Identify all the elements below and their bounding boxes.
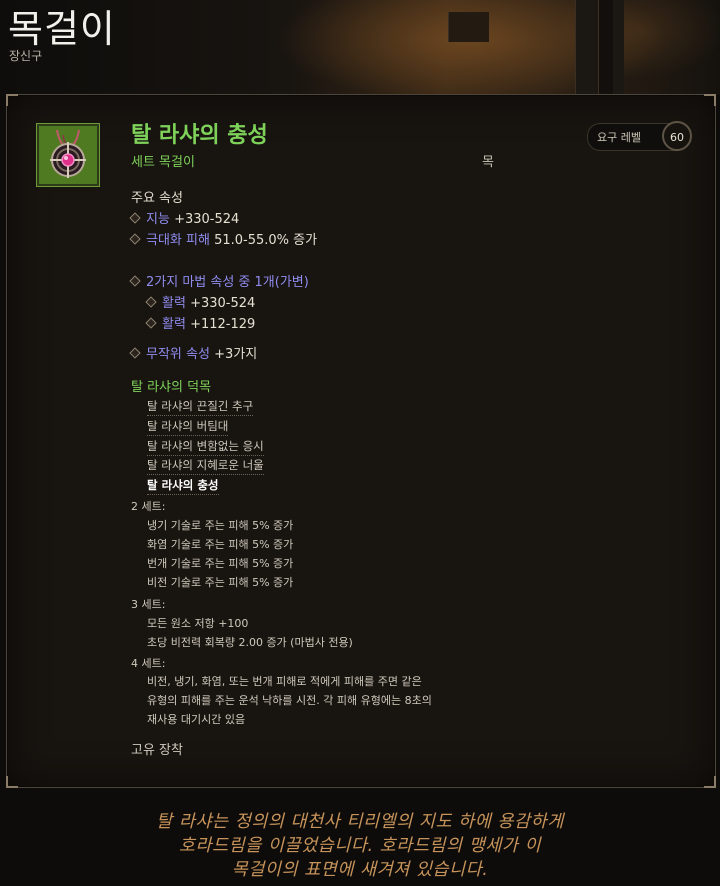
bullet-diamond-icon: [145, 296, 157, 308]
set-bonus-line: 유형의 피해를 주는 운석 낙하를 시전. 각 피해 유형에는 8초의: [147, 694, 432, 707]
stat-name: 활력: [162, 296, 186, 311]
set-piece-link[interactable]: 탈 라샤의 지혜로운 너울: [147, 457, 264, 475]
set-bonus-line: 비전 기술로 주는 피해 5% 증가: [147, 576, 294, 589]
bullet-diamond-icon: [145, 317, 157, 329]
random-affix-line: 무작위 속성 +3가지: [129, 343, 258, 362]
set-piece-link[interactable]: 탈 라샤의 버팀대: [147, 418, 229, 436]
stat-name: 무작위 속성: [146, 347, 210, 362]
amulet-icon: [37, 124, 99, 186]
item-type: 세트 목걸이: [131, 155, 195, 170]
magic-affix-line: 2가지 마법 속성 중 1개(가변): [129, 271, 309, 290]
stat-name: 극대화 피해: [146, 233, 210, 248]
stat-line: 지능 +330-524: [129, 208, 240, 227]
magic-option: 활력 +112-129: [145, 313, 256, 332]
set-bonus-line: 비전, 냉기, 화염, 또는 번개 피해로 적에게 피해를 주면 같은: [147, 675, 422, 688]
set-name: 탈 라샤의 덕목: [131, 380, 212, 395]
item-name: 탈 라샤의 충성: [131, 123, 268, 148]
magic-affix-text: 2가지 마법 속성 중 1개(가변): [146, 275, 309, 290]
set-bonus-line: 번개 기술로 주는 피해 5% 증가: [147, 557, 294, 570]
bullet-diamond-icon: [129, 347, 141, 359]
set-bonus-line: 냉기 기술로 주는 피해 5% 증가: [147, 519, 294, 532]
bullet-diamond-icon: [129, 233, 141, 245]
magic-option: 활력 +330-524: [145, 292, 256, 311]
set-piece-current[interactable]: 탈 라샤의 충성: [147, 477, 219, 495]
unique-equipped-label: 고유 장착: [131, 743, 183, 758]
stat-value: +330-524: [190, 296, 256, 311]
flavor-text-line: 호라드림을 이끌었습니다. 호라드림의 맹세가 이: [178, 836, 542, 856]
set-bonus-label: 3 세트:: [131, 598, 166, 611]
page-title: 목걸이: [8, 7, 116, 51]
panel-corner: [704, 776, 716, 788]
bullet-diamond-icon: [129, 275, 141, 287]
background-spire: [598, 0, 613, 95]
primary-heading: 주요 속성: [131, 191, 183, 206]
page-subtitle: 장신구: [9, 49, 43, 63]
set-bonus-line: 초당 비전력 회복량 2.00 증가 (마법사 전용): [147, 636, 353, 649]
set-piece-link[interactable]: 탈 라샤의 변함없는 응시: [147, 438, 264, 456]
set-bonus-line: 재사용 대기시간 있음: [147, 713, 246, 726]
set-bonus-line: 화염 기술로 주는 피해 5% 증가: [147, 538, 294, 551]
flavor-text-line: 목걸이의 표면에 새겨져 있습니다.: [231, 860, 489, 880]
panel-corner: [6, 776, 18, 788]
required-level-badge: 요구 레벨 60: [587, 121, 692, 151]
set-bonus-line: 모든 원소 저항 +100: [147, 617, 249, 630]
bullet-diamond-icon: [129, 212, 141, 224]
set-piece-link[interactable]: 탈 라샤의 끈질긴 추구: [147, 398, 254, 416]
page-header: 목걸이 장신구: [0, 0, 720, 95]
set-bonus-label: 4 세트:: [131, 657, 166, 670]
stat-value: +112-129: [190, 317, 256, 332]
panel-corner: [6, 94, 18, 106]
stat-line: 극대화 피해 51.0-55.0% 증가: [129, 229, 318, 248]
stat-value: 51.0-55.0% 증가: [214, 233, 318, 248]
set-bonus-label: 2 세트:: [131, 500, 166, 513]
stat-value: +3가지: [214, 347, 258, 362]
required-level-value: 60: [662, 121, 692, 151]
background-rooftop: [448, 12, 489, 42]
item-slot: 목: [482, 155, 494, 170]
stat-name: 지능: [146, 212, 170, 227]
stat-name: 활력: [162, 317, 186, 332]
stat-value: +330-524: [174, 212, 240, 227]
required-level-label: 요구 레벨: [597, 131, 641, 144]
item-tooltip-panel: 탈 라샤의 충성 세트 목걸이 목 요구 레벨 60 주요 속성 지능 +330…: [6, 94, 716, 788]
panel-corner: [704, 94, 716, 106]
flavor-text-line: 탈 라샤는 정의의 대천사 티리엘의 지도 하에 용감하게: [156, 812, 564, 832]
